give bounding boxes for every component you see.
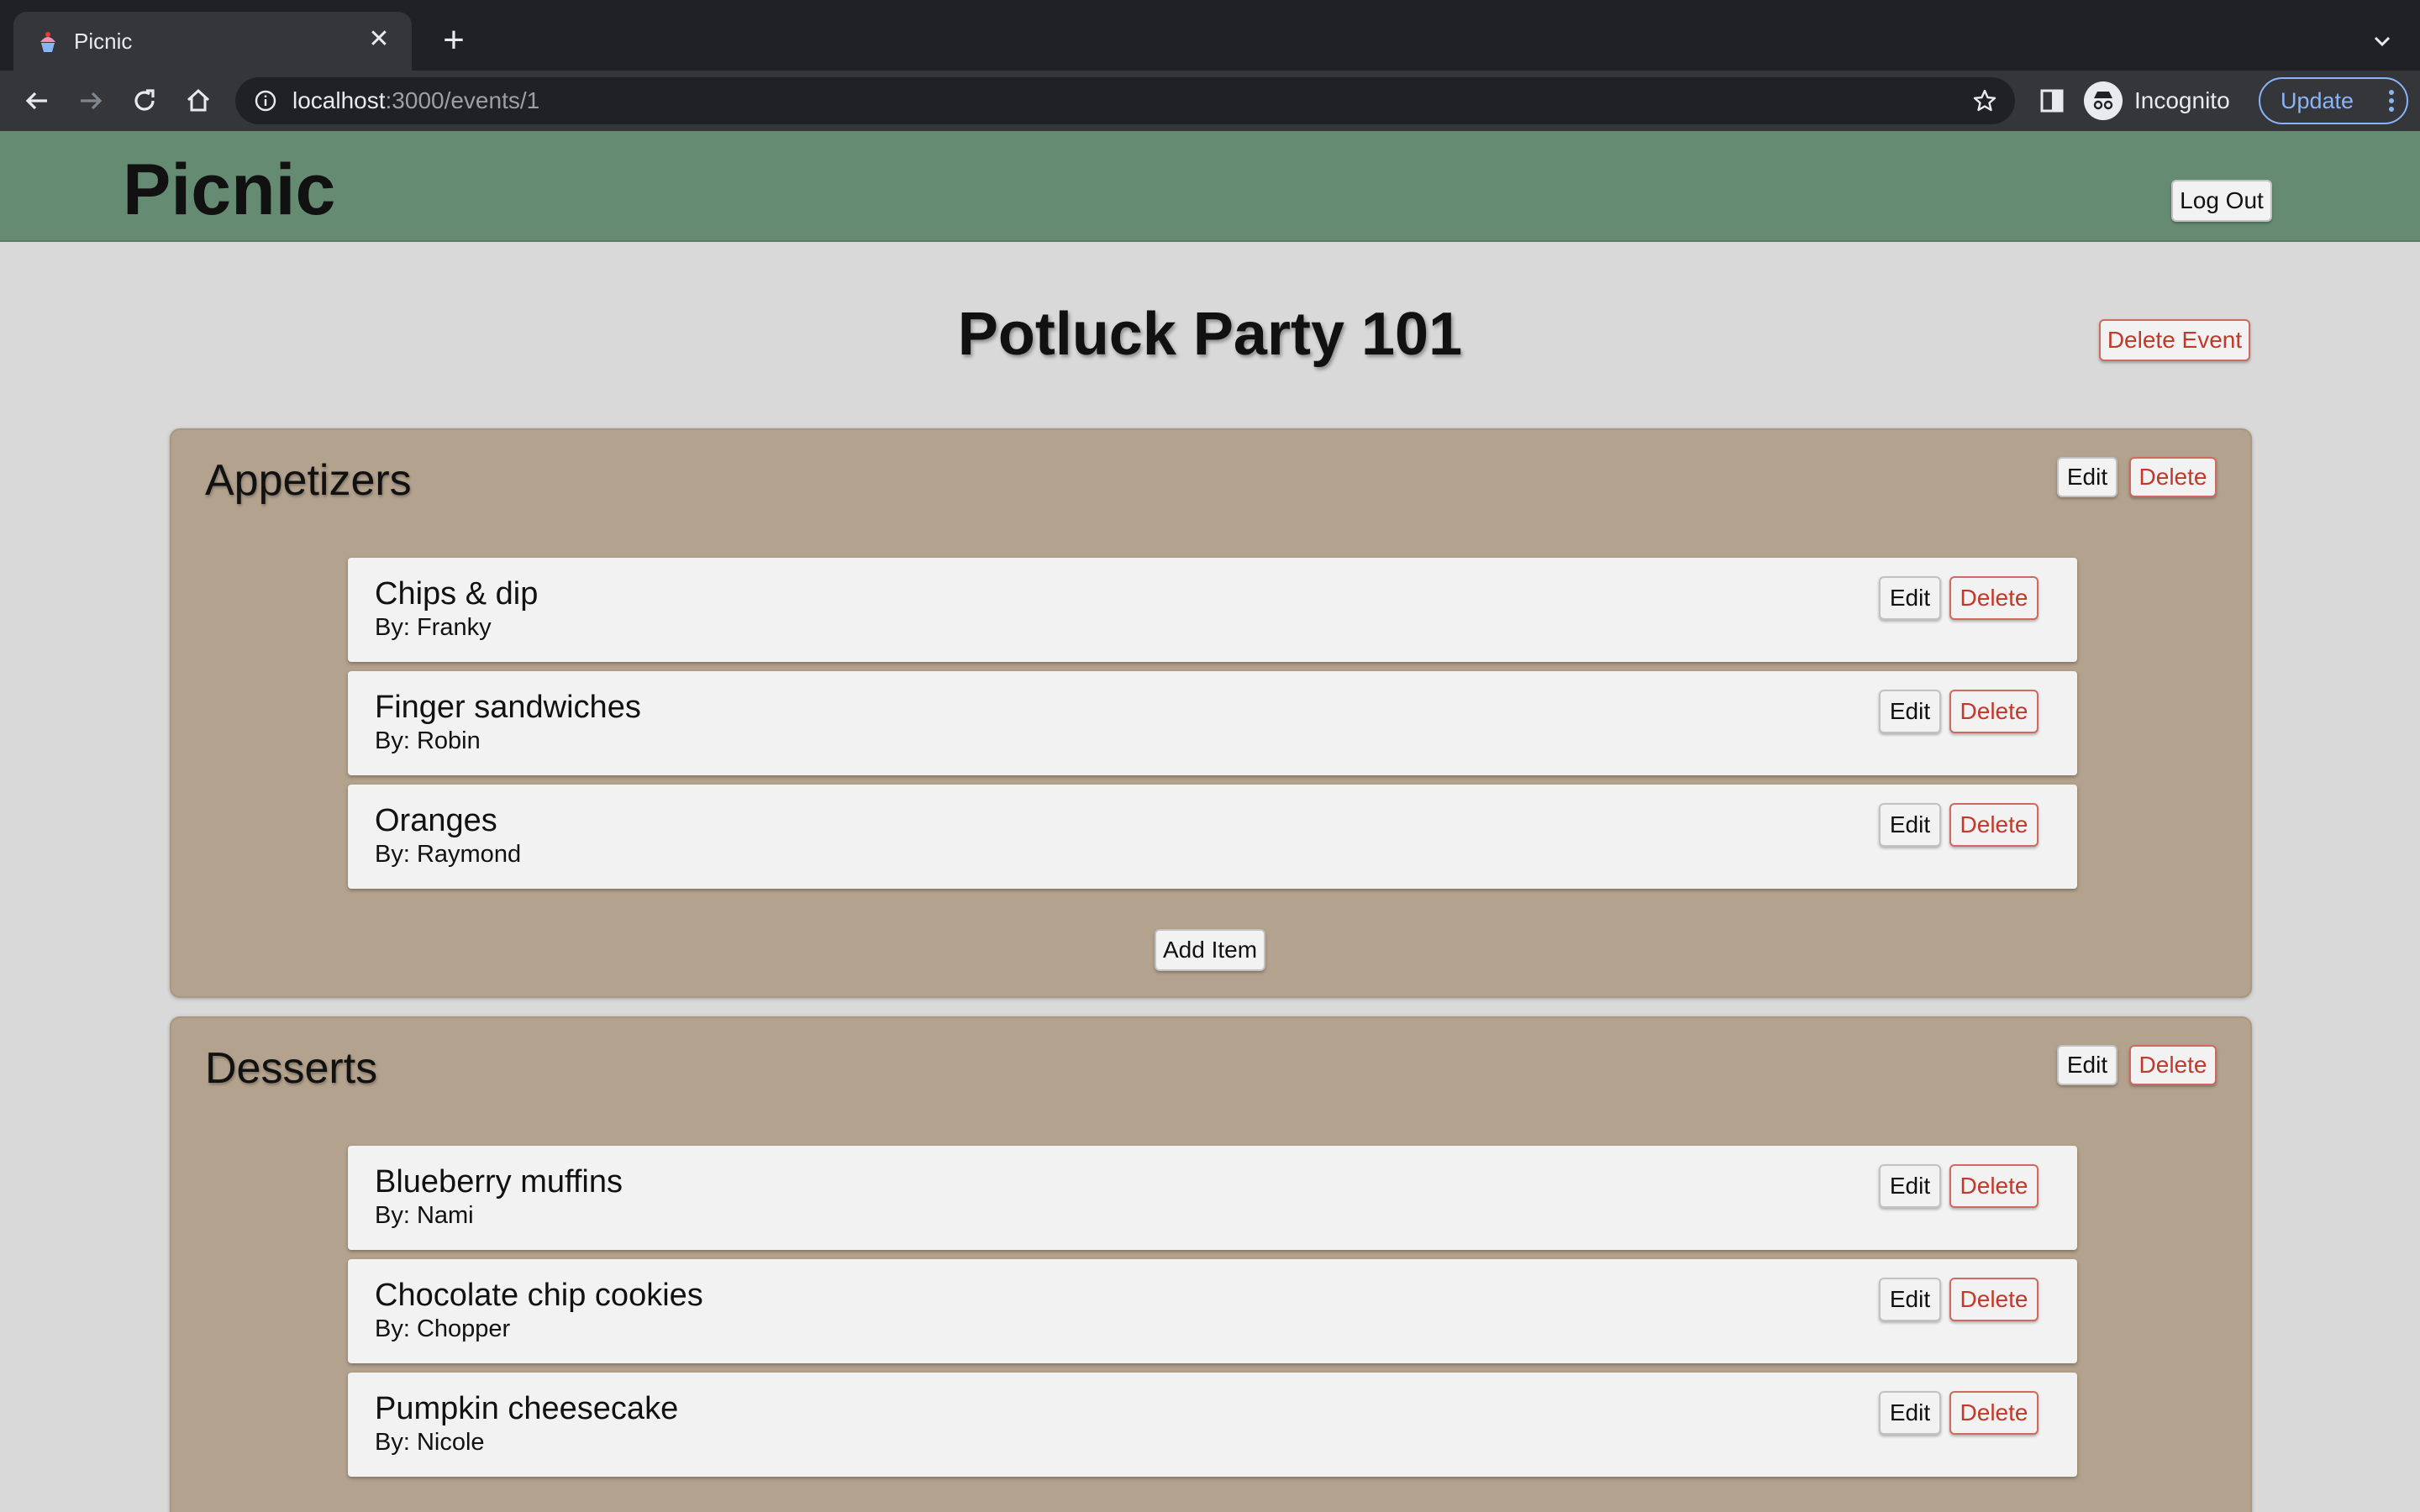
item-name: Chocolate chip cookies [375,1278,703,1313]
tab-title: Picnic [74,29,133,54]
url-text[interactable]: localhost:3000/events/1 [292,87,539,115]
list-item: Blueberry muffins By: Nami Edit Delete [348,1146,2077,1250]
item-author: By: Chopper [375,1315,511,1342]
item-author: By: Nami [375,1202,474,1229]
category-title: Desserts [205,1044,378,1093]
item-delete-button[interactable]: Delete [1949,576,2039,620]
list-item: Chips & dip By: Franky Edit Delete [348,558,2077,662]
address-bar[interactable]: localhost:3000/events/1 [235,77,2015,124]
item-name: Chips & dip [375,576,539,612]
reload-icon[interactable] [128,84,161,118]
item-author: By: Raymond [375,841,522,868]
category-delete-button[interactable]: Delete [2129,457,2217,497]
delete-event-button[interactable]: Delete Event [2099,319,2250,361]
cupcake-icon [40,32,55,52]
item-edit-button[interactable]: Edit [1879,576,1941,620]
category-title: Appetizers [205,456,412,505]
app-header: Picnic Log Out [0,131,2420,242]
list-item: Oranges By: Raymond Edit Delete [348,785,2077,889]
item-name: Oranges [375,803,497,838]
list-item: Chocolate chip cookies By: Chopper Edit … [348,1259,2077,1363]
add-item-button[interactable]: Add Item [1155,929,1265,971]
category-delete-button[interactable]: Delete [2129,1045,2217,1085]
url-host: localhost [292,87,386,113]
incognito-icon [2084,81,2123,120]
category-card: Appetizers Edit Delete Chips & dip By: F… [170,428,2252,998]
category-edit-button[interactable]: Edit [2057,457,2118,497]
app-logo[interactable]: Picnic [123,148,335,232]
category-edit-button[interactable]: Edit [2057,1045,2118,1085]
url-path: :3000/events/1 [385,87,540,113]
update-label: Update [2281,88,2354,113]
chevron-down-icon[interactable] [2368,27,2396,55]
item-delete-button[interactable]: Delete [1949,1278,2039,1321]
logout-button[interactable]: Log Out [2171,180,2272,222]
list-item: Finger sandwiches By: Robin Edit Delete [348,671,2077,775]
item-name: Blueberry muffins [375,1164,623,1200]
more-icon[interactable] [2388,89,2395,113]
home-icon[interactable] [182,84,215,118]
close-icon[interactable]: ✕ [365,25,393,54]
item-delete-button[interactable]: Delete [1949,1164,2039,1208]
item-edit-button[interactable]: Edit [1879,1278,1941,1321]
item-edit-button[interactable]: Edit [1879,803,1941,847]
browser-tab-strip: Picnic ✕ + [0,0,2420,71]
item-author: By: Robin [375,727,481,754]
browser-tab[interactable]: Picnic ✕ [13,12,412,71]
item-edit-button[interactable]: Edit [1879,1391,1941,1435]
forward-icon[interactable] [74,84,108,118]
profile-label: Incognito [2134,87,2230,113]
side-panel-icon[interactable] [2039,87,2065,114]
incognito-profile[interactable]: Incognito [2084,79,2230,123]
item-name: Pumpkin cheesecake [375,1391,679,1426]
item-author: By: Nicole [375,1429,485,1456]
category-card: Desserts Edit Delete Blueberry muffins B… [170,1016,2252,1512]
item-edit-button[interactable]: Edit [1879,690,1941,733]
event-title: Potluck Party 101 [957,301,1463,368]
plus-icon[interactable]: + [437,22,471,59]
star-icon[interactable] [1971,87,1998,114]
info-icon[interactable] [254,89,277,113]
item-delete-button[interactable]: Delete [1949,690,2039,733]
update-button[interactable]: Update [2259,77,2408,124]
item-name: Finger sandwiches [375,690,641,725]
item-author: By: Franky [375,614,492,641]
item-delete-button[interactable]: Delete [1949,1391,2039,1435]
back-icon[interactable] [20,84,54,118]
list-item: Pumpkin cheesecake By: Nicole Edit Delet… [348,1373,2077,1477]
item-delete-button[interactable]: Delete [1949,803,2039,847]
item-edit-button[interactable]: Edit [1879,1164,1941,1208]
